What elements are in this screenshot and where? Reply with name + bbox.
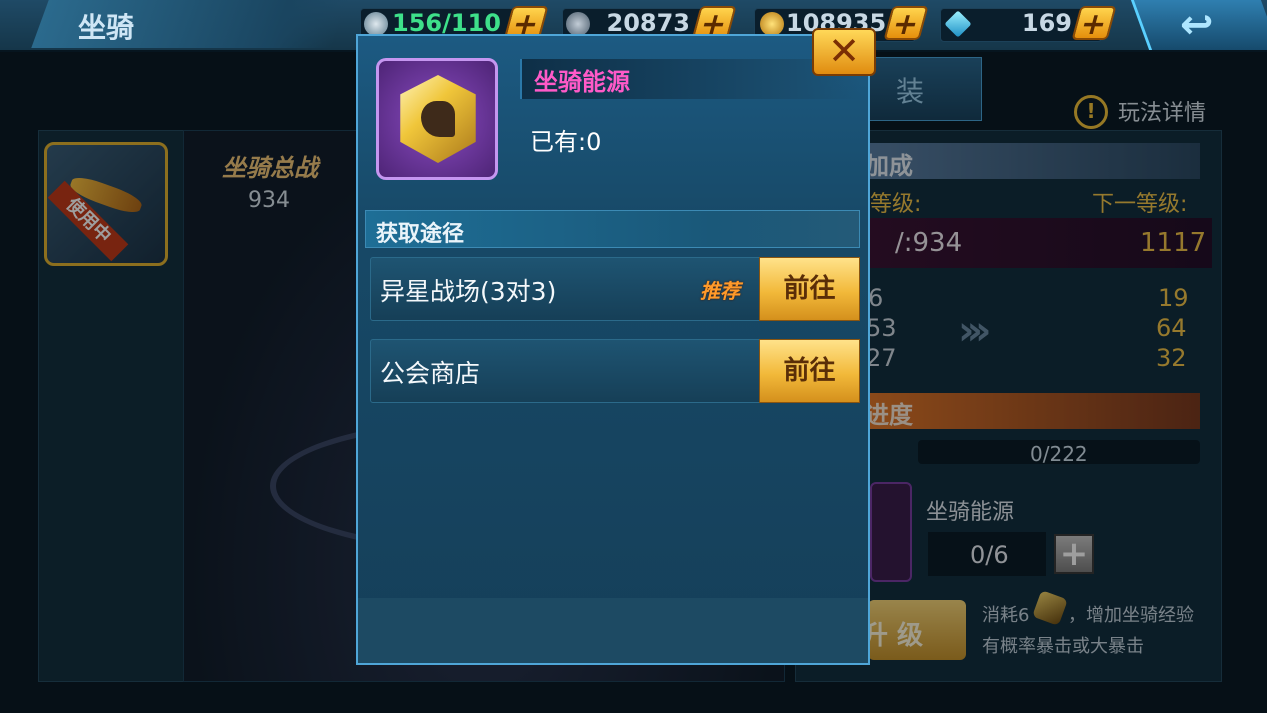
stamina-icon — [364, 12, 388, 36]
mount-energy-icon — [376, 58, 498, 180]
owned-count: 已有:0 — [530, 128, 602, 156]
page-title: 坐骑 — [78, 11, 135, 44]
gold-coin-icon — [760, 12, 784, 36]
silver-value: 20873 — [606, 9, 691, 37]
source-section-title: 获取途径 — [376, 222, 465, 247]
route-name: 异星战场(3对3) — [380, 277, 557, 306]
back-arrow-icon[interactable]: ↩ — [1180, 2, 1214, 48]
stamina-value: 156/110 — [392, 9, 501, 37]
energy-crystal-icon — [400, 75, 476, 163]
go-button[interactable]: 前往 — [759, 257, 860, 321]
go-button[interactable]: 前往 — [759, 339, 860, 403]
horse-head-icon — [421, 101, 455, 137]
recommend-badge: 推荐 — [700, 279, 740, 303]
route-name: 公会商店 — [380, 359, 481, 388]
item-name: 坐骑能源 — [534, 68, 630, 96]
silver-coin-icon — [566, 12, 590, 36]
diamond-value: 169 — [1021, 9, 1072, 37]
close-button[interactable]: ✕ — [812, 28, 876, 76]
dialog-footer — [358, 598, 868, 663]
